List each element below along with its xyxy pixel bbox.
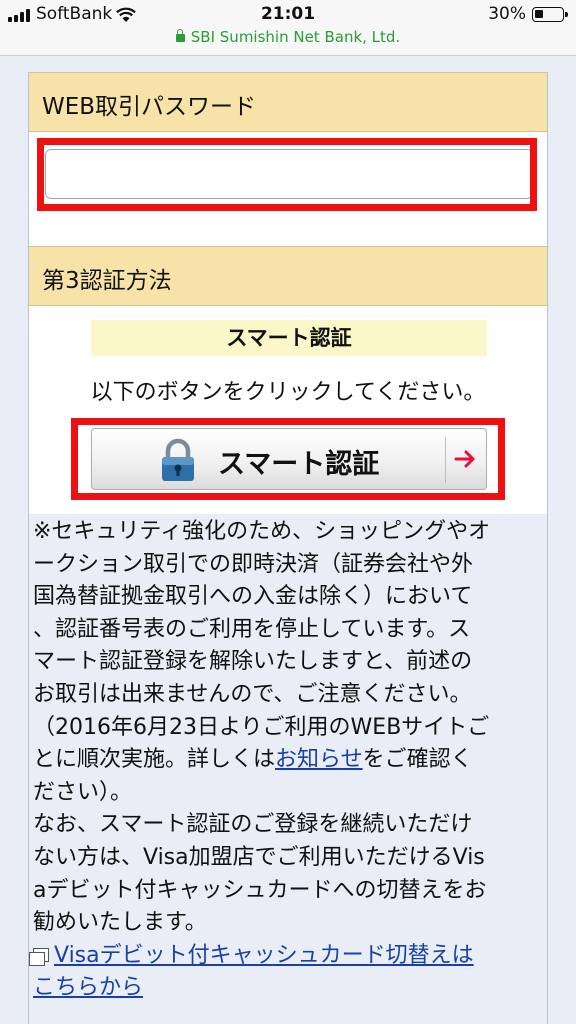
- visa-debit-link-cont[interactable]: こちらから: [33, 975, 143, 1000]
- notice-line: とに順次実施。詳しくはお知らせをご確認く: [33, 747, 473, 773]
- password-section-heading: WEB取引パスワード: [29, 72, 547, 132]
- password-highlight-frame: [37, 138, 537, 211]
- external-window-icon: [29, 947, 49, 966]
- news-link[interactable]: お知らせ: [275, 747, 363, 772]
- auth-section-heading: 第3認証方法: [29, 246, 547, 306]
- button-highlight-frame: [71, 418, 505, 500]
- auth-instruction: 以下のボタンをクリックしてください。: [90, 380, 486, 405]
- battery-icon: [532, 7, 568, 22]
- visa-link-row: Visaデビット付キャッシュカード切替えは: [29, 940, 547, 973]
- notice-line: ークション取引での即時決済（証券会社や外: [33, 551, 474, 577]
- visa-link-row: こちらから: [33, 972, 547, 1005]
- notice-line: 国為替証拠金取引への入金は除く）において: [33, 584, 473, 610]
- notice-line: 、認証番号表のご利用を停止しています。ス: [33, 616, 471, 642]
- notice-line: （2016年6月23日よりご利用のWEBサイトご: [33, 714, 490, 740]
- battery-percent: 30%: [488, 4, 526, 24]
- address-bar[interactable]: SBI Sumishin Net Bank, Ltd.: [0, 28, 576, 46]
- notice-line: ない方は、Visa加盟店でご利用いただけるVis: [33, 844, 485, 870]
- notice-line: ださい）。: [33, 779, 133, 805]
- content-frame: WEB取引パスワード 第3認証方法 スマート認証 以下のボタンをクリックしてくだ…: [28, 72, 548, 1024]
- notice-line: aデビット付キャッシュカードへの切替えをお: [33, 877, 487, 903]
- visa-debit-link[interactable]: Visaデビット付キャッシュカード切替えは: [54, 943, 474, 968]
- secure-lock-icon: [175, 29, 185, 42]
- site-url: SBI Sumishin Net Bank, Ltd.: [190, 28, 401, 46]
- smart-auth-title: スマート認証: [91, 320, 487, 356]
- security-notice: ※セキュリティ強化のため、ショッピングやオ ークション取引での即時決済（証券会社…: [29, 516, 547, 1005]
- status-bar: SoftBank 21:01 30% SBI Sumishin Net Bank…: [0, 0, 576, 56]
- notice-line: なお、スマート認証のご登録を継続いただけ: [33, 812, 473, 838]
- notice-line: お取引は出来ませんので、ご注意ください。: [33, 681, 472, 707]
- notice-line: ※セキュリティ強化のため、ショッピングやオ: [33, 519, 491, 544]
- notice-line: 勧めいたします。: [33, 910, 207, 936]
- notice-line: マート認証登録を解除いたしますと、前述の: [33, 649, 473, 675]
